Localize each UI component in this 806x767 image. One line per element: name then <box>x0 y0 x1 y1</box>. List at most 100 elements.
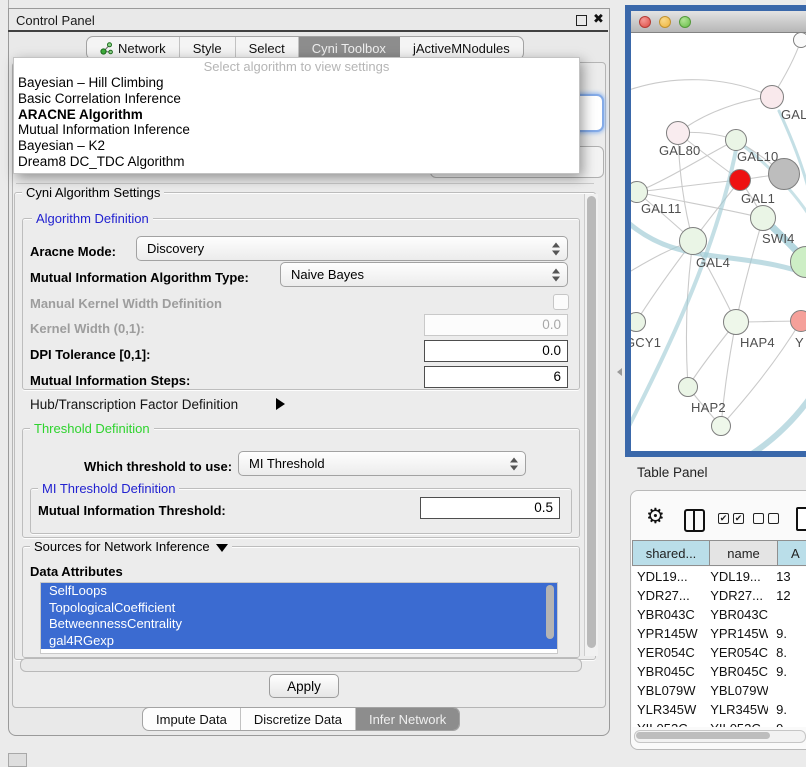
control-panel-title: Control Panel <box>16 13 95 28</box>
export-table-icon[interactable] <box>796 507 806 531</box>
attribute-item[interactable]: SelfLoops <box>41 583 557 600</box>
spinner-arrows-icon <box>552 242 560 255</box>
network-node[interactable] <box>711 416 731 436</box>
table-row[interactable]: YDR27...YDR27...12 <box>632 586 806 605</box>
table-row[interactable]: YLR345WYLR345W9. <box>632 700 806 719</box>
table-panel-title: Table Panel <box>637 465 708 480</box>
network-node[interactable] <box>768 158 800 190</box>
tab-impute-data[interactable]: Impute Data <box>143 708 241 730</box>
algorithm-option[interactable]: ARACNE Algorithm <box>18 107 575 123</box>
tab-cyni-toolbox[interactable]: Cyni Toolbox <box>299 37 400 59</box>
table-horizontal-scrollbar[interactable] <box>634 730 806 743</box>
table-cell: YDL19... <box>705 567 768 586</box>
aracne-mode-value: Discovery <box>147 241 204 256</box>
network-canvas[interactable]: GALGAL80GAL10GAL11GAL1SWI4GAL4GCY1HAP4YH… <box>631 33 806 451</box>
columns-icon[interactable] <box>684 509 705 532</box>
tab-select[interactable]: Select <box>236 37 299 59</box>
algorithm-option[interactable]: Bayesian – K2 <box>18 138 575 154</box>
network-node-hap4[interactable] <box>723 309 749 335</box>
mi-threshold-field[interactable]: 0.5 <box>420 497 560 519</box>
table-row[interactable]: YBR043CYBR043C <box>632 605 806 624</box>
table-row[interactable]: YPR145WYPR145W9. <box>632 624 806 643</box>
tab-label: jActiveMNodules <box>413 41 510 56</box>
panel-splitter-handle[interactable] <box>613 368 622 376</box>
tab-style[interactable]: Style <box>180 37 236 59</box>
column-header-name[interactable]: name <box>710 540 777 566</box>
network-node-gal4[interactable] <box>679 227 707 255</box>
mi-steps-field[interactable]: 6 <box>424 366 568 388</box>
settings-vertical-scrollbar[interactable] <box>584 194 598 656</box>
column-header-shared[interactable]: shared... <box>632 540 710 566</box>
tab-label: Style <box>193 41 222 56</box>
apply-button[interactable]: Apply <box>269 674 339 698</box>
tab-discretize-data[interactable]: Discretize Data <box>241 708 356 730</box>
algorithm-dropdown-placeholder: Select algorithm to view settings <box>14 59 579 74</box>
table-cell: YIL052C <box>705 719 768 727</box>
node-table[interactable]: YDL19...YDL19...13YDR27...YDR27...12YBR0… <box>632 567 806 727</box>
data-attributes-list[interactable]: SelfLoopsTopologicalCoefficientBetweenne… <box>40 582 558 654</box>
algorithm-option[interactable]: Bayesian – Hill Climbing <box>18 75 575 91</box>
table-cell: YIL052C <box>632 719 705 727</box>
table-row[interactable]: YBR045CYBR045C9. <box>632 662 806 681</box>
table-cell <box>768 681 806 700</box>
tab-infer-network[interactable]: Infer Network <box>356 708 459 730</box>
network-node[interactable] <box>729 169 751 191</box>
select-all-checkbox-icon[interactable]: ✔ <box>733 513 744 524</box>
tab-label: Cyni Toolbox <box>312 41 386 56</box>
zoom-window-icon[interactable] <box>679 16 691 28</box>
app-border-tick <box>8 0 9 8</box>
network-node-gal10[interactable] <box>725 129 747 151</box>
tab-jactivemnodules[interactable]: jActiveMNodules <box>400 37 523 59</box>
select-all-checkbox-icon[interactable]: ✔ <box>718 513 729 524</box>
mi-type-select[interactable]: Naive Bayes <box>280 262 568 287</box>
gear-icon[interactable]: ⚙ <box>646 504 665 529</box>
network-node-gal80[interactable] <box>666 121 690 145</box>
float-panel-icon[interactable] <box>576 15 587 26</box>
dpi-tolerance-field[interactable]: 0.0 <box>424 340 568 362</box>
scrollbar-thumb[interactable] <box>587 196 596 648</box>
list-scrollbar-thumb[interactable] <box>546 585 554 639</box>
algorithm-option[interactable]: Mutual Information Inference <box>18 122 575 138</box>
table-cell: 9. <box>768 662 806 681</box>
table-cell: YPR145W <box>705 624 768 643</box>
algorithm-option[interactable]: Dream8 DC_TDC Algorithm <box>18 154 575 170</box>
settings-horizontal-scrollbar[interactable] <box>20 658 582 672</box>
kernel-width-label: Kernel Width (0,1): <box>30 321 145 336</box>
table-row[interactable]: YDL19...YDL19...13 <box>632 567 806 586</box>
which-threshold-label: Which threshold to use: <box>84 459 232 474</box>
network-node[interactable] <box>793 33 806 48</box>
minimize-window-icon[interactable] <box>659 16 671 28</box>
network-node-y[interactable] <box>790 310 806 332</box>
close-panel-icon[interactable]: ✖ <box>593 11 604 27</box>
tab-network[interactable]: Network <box>87 37 180 59</box>
table-row[interactable]: YER054CYER054C8. <box>632 643 806 662</box>
node-label: HAP2 <box>691 400 726 415</box>
which-threshold-select[interactable]: MI Threshold <box>238 451 526 476</box>
network-window-titlebar[interactable] <box>631 11 806 33</box>
close-window-icon[interactable] <box>639 16 651 28</box>
spinner-arrows-icon <box>552 268 560 281</box>
deselect-all-checkbox-icon[interactable] <box>768 513 779 524</box>
column-header-partial[interactable]: A <box>777 540 806 566</box>
table-row[interactable]: YIL052CYIL052C9 <box>632 719 806 727</box>
aracne-mode-select[interactable]: Discovery <box>136 236 568 261</box>
attribute-item[interactable]: BetweennessCentrality <box>41 616 557 633</box>
attribute-item[interactable]: gal4RGexp <box>41 633 557 650</box>
spinner-arrows-icon <box>510 457 518 470</box>
expand-arrow-icon[interactable] <box>276 398 285 410</box>
attribute-item[interactable]: TopologicalCoefficient <box>41 600 557 617</box>
table-cell: 9. <box>768 700 806 719</box>
network-node-gal1[interactable] <box>750 205 776 231</box>
node-label: Y <box>795 335 804 350</box>
manual-kernel-checkbox[interactable] <box>553 294 569 310</box>
network-node-gal[interactable] <box>760 85 784 109</box>
tab-label: Discretize Data <box>254 712 342 727</box>
kernel-width-field[interactable]: 0.0 <box>424 314 568 336</box>
algorithm-option[interactable]: Basic Correlation Inference <box>18 91 575 107</box>
manual-kernel-label: Manual Kernel Width Definition <box>30 296 222 311</box>
collapse-arrow-icon[interactable] <box>216 544 228 552</box>
scrollbar-thumb[interactable] <box>636 732 770 739</box>
network-node-hap2[interactable] <box>678 377 698 397</box>
deselect-all-checkbox-icon[interactable] <box>753 513 764 524</box>
table-row[interactable]: YBL079WYBL079W <box>632 681 806 700</box>
